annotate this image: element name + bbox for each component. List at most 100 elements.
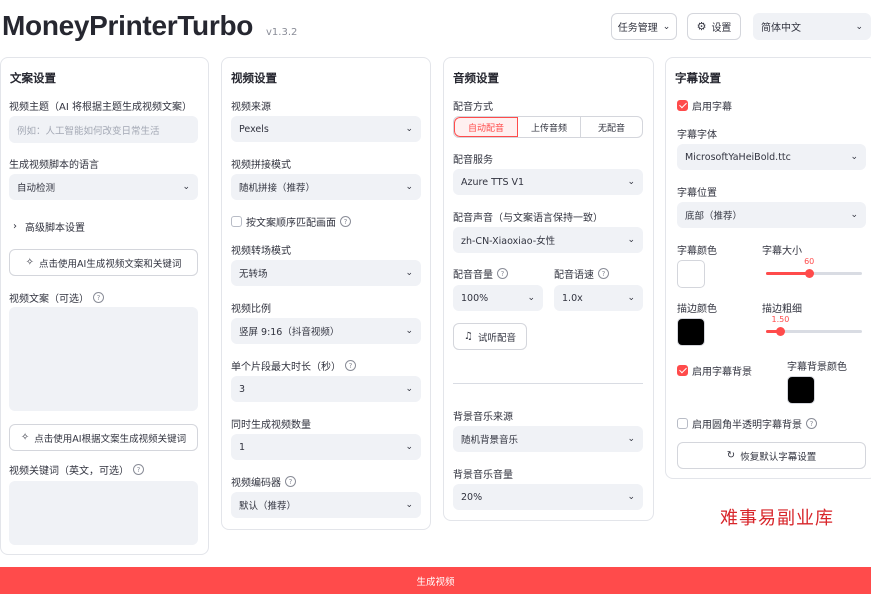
audio-settings-panel: 音频设置 配音方式 自动配音 上传音频 无配音 配音服务 Azure TTS V… (443, 57, 654, 521)
concat-mode-select[interactable]: 随机拼接（推荐） ⌄ (231, 174, 421, 200)
chevron-down-icon: ⌄ (627, 177, 635, 187)
bgm-volume-value: 20% (461, 491, 483, 503)
aspect-select[interactable]: 竖屏 9:16（抖音视频） ⌄ (231, 318, 421, 344)
voice-volume-label: 配音音量 ? (453, 266, 508, 281)
help-icon[interactable]: ? (345, 360, 356, 371)
chevron-down-icon: ⌄ (405, 442, 413, 452)
video-count-value: 1 (239, 441, 246, 453)
preview-voice-button[interactable]: ♫ 试听配音 (453, 323, 527, 350)
clip-duration-select[interactable]: 3 ⌄ (231, 376, 421, 402)
chevron-down-icon: ⌄ (405, 268, 413, 278)
stroke-width-slider[interactable]: 1.50 (766, 315, 862, 336)
speaker-icon: ♫ (464, 331, 473, 342)
chevron-down-icon: ⌄ (662, 21, 671, 32)
reset-icon: ↻ (726, 450, 736, 461)
voice-mode-auto[interactable]: 自动配音 (454, 117, 518, 137)
enable-subtitle-bg-checkbox[interactable] (677, 365, 688, 376)
match-order-checkbox[interactable] (231, 216, 242, 227)
panel-title: 视频设置 (231, 71, 277, 85)
chevron-down-icon: ⌄ (855, 21, 863, 32)
preview-voice-label: 试听配音 (477, 332, 516, 344)
generate-keywords-button[interactable]: ✧ 点击使用AI根据文案生成视频关键词 (9, 424, 198, 451)
transition-select[interactable]: 无转场 ⌄ (231, 260, 421, 286)
advanced-script-label: 高级脚本设置 (25, 223, 85, 234)
help-icon[interactable]: ? (598, 268, 609, 279)
help-icon[interactable]: ? (497, 268, 508, 279)
video-script-label-text: 视频文案（可选） (9, 294, 89, 305)
panel-title: 音频设置 (453, 71, 499, 85)
settings-button[interactable]: ⚙ 设置 (687, 13, 741, 40)
generate-video-label: 生成视频 (416, 576, 455, 588)
help-icon[interactable]: ? (133, 464, 144, 475)
enable-subtitle-row[interactable]: 启用字幕 (677, 98, 732, 113)
video-count-select[interactable]: 1 ⌄ (231, 434, 421, 460)
subtitle-bg-color-label: 字幕背景颜色 (787, 362, 847, 373)
chevron-down-icon: ⌄ (627, 492, 635, 502)
voice-mode-none[interactable]: 无配音 (581, 117, 642, 137)
match-order-label: 按文案顺序匹配画面 (246, 218, 336, 229)
font-size-thumb[interactable] (805, 269, 815, 278)
voice-mode-label: 配音方式 (453, 102, 493, 113)
chevron-down-icon: ⌄ (627, 434, 635, 444)
header: MoneyPrinterTurbo v1.3.2 任务管理 ⌄ ⚙ 设置 简体中… (0, 0, 871, 52)
rounded-bg-checkbox[interactable] (677, 418, 688, 429)
font-size-label: 字幕大小 (762, 246, 802, 257)
codec-value: 默认（推荐） (239, 501, 297, 512)
subtitle-font-select[interactable]: MicrosoftYaHeiBold.ttc ⌄ (677, 144, 866, 170)
stroke-width-thumb[interactable] (776, 327, 786, 336)
help-icon[interactable]: ? (93, 292, 104, 303)
advanced-script-expander[interactable]: › 高级脚本设置 (13, 219, 85, 234)
generate-script-button[interactable]: ✧ 点击使用AI生成视频文案和关键词 (9, 249, 198, 276)
chevron-down-icon: ⌄ (405, 326, 413, 336)
enable-subtitle-bg-row[interactable]: 启用字幕背景 (677, 363, 752, 378)
settings-label: 设置 (711, 23, 732, 34)
codec-select[interactable]: 默认（推荐） ⌄ (231, 492, 421, 518)
bgm-source-select[interactable]: 随机背景音乐 ⌄ (453, 426, 643, 452)
voice-volume-select[interactable]: 100% ⌄ (453, 285, 543, 311)
subtitle-bg-color-picker[interactable] (787, 376, 815, 404)
sparkle-icon: ✧ (25, 257, 35, 268)
voice-mode-segmented: 自动配音 上传音频 无配音 (453, 116, 643, 138)
bgm-volume-select[interactable]: 20% ⌄ (453, 484, 643, 510)
voice-rate-select[interactable]: 1.0x ⌄ (554, 285, 643, 311)
rounded-bg-row[interactable]: 启用圆角半透明字幕背景 ? (677, 416, 817, 431)
app-version: v1.3.2 (266, 27, 298, 38)
enable-subtitle-bg-label: 启用字幕背景 (692, 367, 752, 378)
chevron-down-icon: ⌄ (850, 152, 858, 162)
subtitle-position-select[interactable]: 底部（推荐） ⌄ (677, 202, 866, 228)
chevron-down-icon: ⌄ (527, 293, 535, 303)
codec-label-text: 视频编码器 (231, 478, 281, 489)
subject-label: 视频主题（AI 将根据主题生成视频文案） (9, 102, 192, 113)
clip-duration-label-text: 单个片段最大时长（秒） (231, 362, 341, 373)
chevron-down-icon: ⌄ (182, 182, 190, 192)
video-settings-panel: 视频设置 视频来源 Pexels ⌄ 视频拼接模式 随机拼接（推荐） ⌄ 按文案… (221, 57, 431, 530)
subtitle-position-label: 字幕位置 (677, 188, 717, 199)
script-language-select[interactable]: 自动检测 ⌄ (9, 174, 198, 200)
help-icon[interactable]: ? (340, 216, 351, 227)
match-order-checkbox-row[interactable]: 按文案顺序匹配画面 ? (231, 214, 351, 229)
font-size-slider[interactable]: 60 (766, 257, 862, 278)
font-color-label: 字幕颜色 (677, 246, 717, 257)
subject-input[interactable]: 例如：人工智能如何改变日常生活 (9, 116, 198, 143)
help-icon[interactable]: ? (285, 476, 296, 487)
tts-service-select[interactable]: Azure TTS V1 ⌄ (453, 169, 643, 195)
video-source-select[interactable]: Pexels ⌄ (231, 116, 421, 142)
video-script-textarea[interactable] (9, 307, 198, 411)
reset-subtitle-button[interactable]: ↻ 恢复默认字幕设置 (677, 442, 866, 469)
voice-select[interactable]: zh-CN-Xiaoxiao-女性 ⌄ (453, 227, 643, 253)
voice-mode-upload[interactable]: 上传音频 (518, 117, 581, 137)
voice-label: 配音声音（与文案语言保持一致） (453, 213, 603, 224)
rounded-bg-label: 启用圆角半透明字幕背景 (692, 420, 802, 431)
concat-mode-value: 随机拼接（推荐） (239, 183, 316, 194)
keywords-textarea[interactable] (9, 481, 198, 545)
tts-service-value: Azure TTS V1 (461, 176, 525, 188)
stroke-width-label: 描边粗细 (762, 304, 802, 315)
font-color-picker[interactable] (677, 260, 705, 288)
generate-video-button[interactable]: 生成视频 (0, 567, 871, 594)
task-manager-button[interactable]: 任务管理 ⌄ (611, 13, 677, 40)
help-icon[interactable]: ? (806, 418, 817, 429)
stroke-color-picker[interactable] (677, 318, 705, 346)
language-select[interactable]: 简体中文 ⌄ (753, 13, 871, 40)
video-source-label: 视频来源 (231, 102, 271, 113)
enable-subtitle-checkbox[interactable] (677, 100, 688, 111)
